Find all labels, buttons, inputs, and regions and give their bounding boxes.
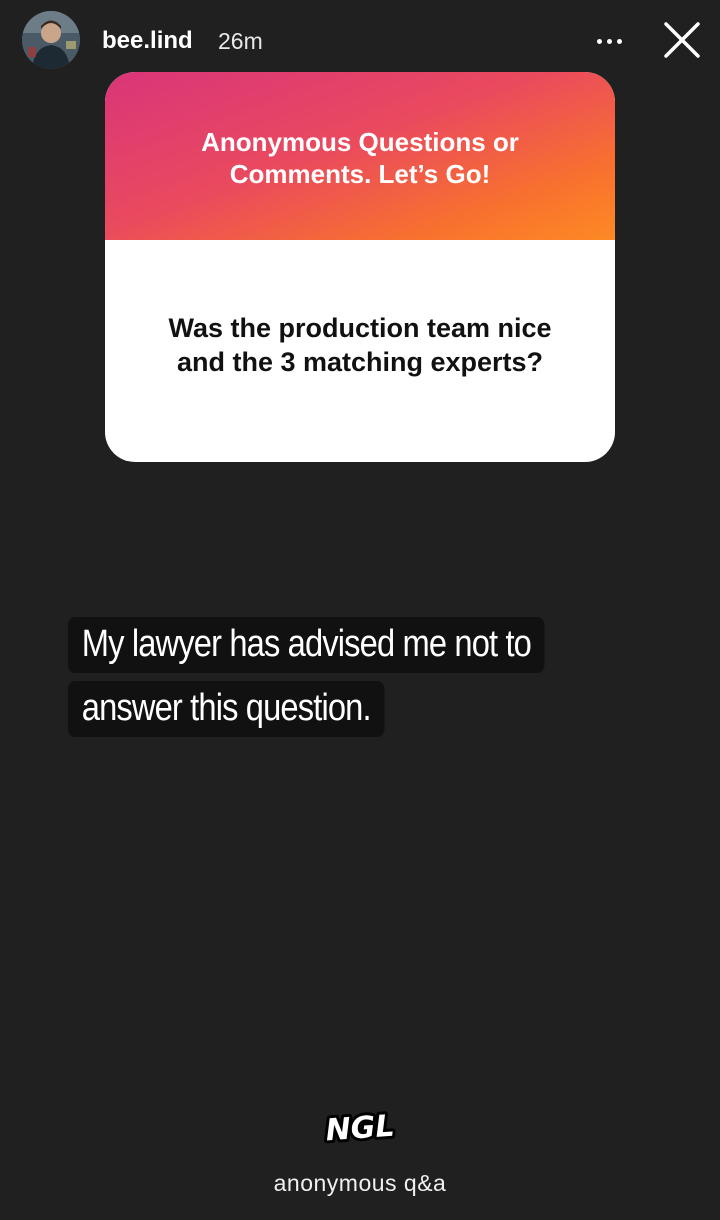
profile-avatar[interactable] [22,11,80,69]
question-prompt: Anonymous Questions or Comments. Let’s G… [201,127,519,189]
ellipsis-dot [606,38,612,44]
ngl-logo[interactable]: NGL [310,1098,410,1154]
more-options-button[interactable] [588,24,630,58]
username[interactable]: bee.lind [102,27,193,55]
post-timestamp: 26m [218,28,263,54]
ellipsis-icon [596,38,602,44]
ellipsis-dot [616,38,622,44]
answer-text-block: My lawyer has advised me not to answer t… [68,612,668,740]
answer-line-1: My lawyer has advised me not to [68,617,545,673]
ngl-logo-image: NGL [321,1106,398,1152]
question-sticker-header: Anonymous Questions or Comments. Let’s G… [105,72,615,240]
footer-caption: anonymous q&a [273,1170,447,1196]
question-sticker: Anonymous Questions or Comments. Let’s G… [105,72,615,462]
avatar-photo [22,11,80,69]
answer-line-2: answer this question. [68,681,385,737]
ngl-logo-text: NGL [324,1109,395,1149]
close-button[interactable] [660,18,704,62]
question-sticker-body: Was the production team nice and the 3 m… [105,240,615,462]
close-icon [664,22,700,58]
story-viewer[interactable]: bee.lind 26m Anonymous Questions or Comm… [0,0,720,1220]
question-text: Was the production team nice and the 3 m… [168,313,552,377]
